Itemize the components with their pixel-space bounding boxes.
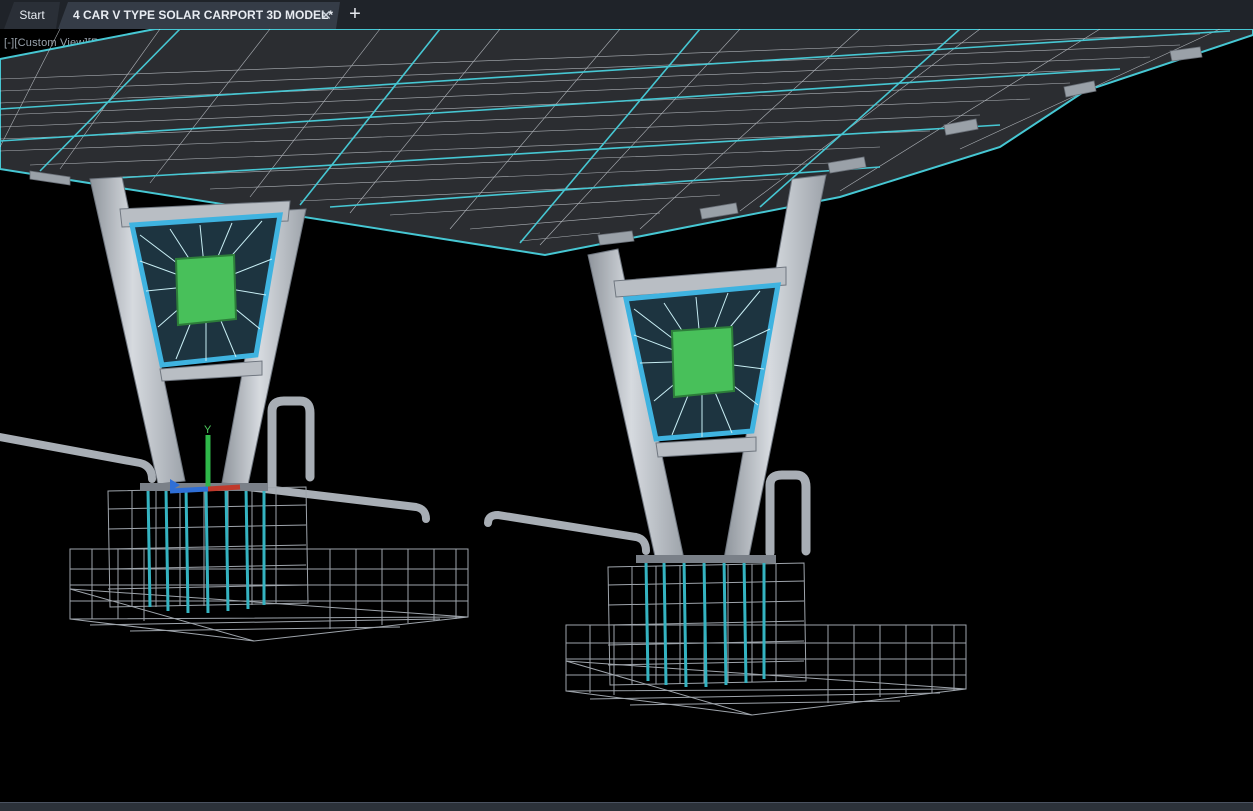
base-plate-right [636,555,776,563]
close-icon[interactable]: ✕ [318,2,334,29]
tab-start[interactable]: Start [4,2,60,29]
tab-active-document[interactable]: 4 CAR V TYPE SOLAR CARPORT 3D MODEL* ✕ [58,2,340,29]
new-tab-button[interactable]: + [344,1,366,28]
anchor-bolts-left [146,486,266,614]
model-viewport[interactable]: [-][Custom View][Realistic] [0,29,1253,802]
ucs-y-label: Y [204,424,212,436]
tab-active-document-label: 4 CAR V TYPE SOLAR CARPORT 3D MODEL* [73,8,334,22]
carport-3d-model: Y [0,29,1253,716]
foundation-rebar-right [565,562,967,716]
document-tab-bar: Start 4 CAR V TYPE SOLAR CARPORT 3D MODE… [0,0,1253,30]
